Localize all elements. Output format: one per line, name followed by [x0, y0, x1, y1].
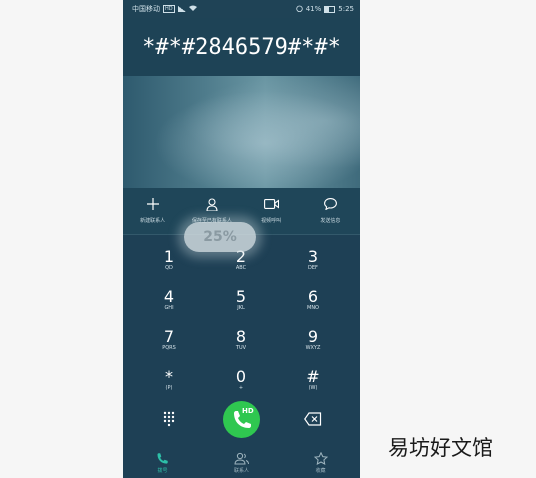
key-digit: 8: [235, 326, 247, 346]
call-button[interactable]: HD: [223, 401, 260, 438]
key-digit: 3: [307, 246, 319, 266]
bottom-nav: 拨号 联系人 收藏: [123, 446, 360, 478]
wifi-icon: [188, 5, 197, 13]
key-letters: QD: [165, 264, 173, 271]
tab-label: 联系人: [233, 468, 249, 474]
action-label: 视频呼叫: [261, 218, 282, 224]
key-5[interactable]: 5 JKL: [211, 282, 271, 318]
hd-label: HD: [242, 407, 254, 415]
key-6[interactable]: 6 MNO: [283, 282, 343, 318]
tab-dialer[interactable]: 拨号: [123, 446, 202, 478]
dialpad-toggle-icon[interactable]: [159, 410, 179, 428]
battery-percent: 41%: [305, 5, 322, 13]
key-hash[interactable]: # (W): [283, 362, 343, 398]
contacts-icon: [234, 452, 249, 465]
key-letters: WXYZ: [305, 344, 321, 351]
clock: 5:25: [338, 5, 354, 13]
key-4[interactable]: 4 GHI: [139, 282, 199, 318]
plus-icon: [146, 196, 159, 212]
key-letters: TUV: [235, 344, 247, 351]
key-letters: (W): [308, 384, 318, 391]
key-9[interactable]: 9 WXYZ: [283, 322, 343, 358]
key-letters: +: [238, 384, 244, 391]
video-call-icon: [263, 196, 279, 212]
key-letters: (P): [165, 384, 173, 391]
key-letters: ABC: [235, 264, 247, 271]
action-label: 发送信息: [320, 218, 341, 224]
carrier-label: 中国移动: [132, 5, 160, 13]
key-0[interactable]: 0 +: [211, 362, 271, 398]
tab-favorites[interactable]: 收藏: [281, 446, 360, 478]
new-contact-action[interactable]: 新建联系人: [123, 188, 182, 234]
star-icon: [313, 452, 328, 465]
key-digit: #: [306, 366, 320, 386]
key-letters: JKL: [237, 304, 245, 311]
tab-label: 收藏: [315, 468, 326, 474]
message-icon: [323, 196, 337, 212]
action-label: 新建联系人: [140, 218, 166, 224]
key-digit: 1: [163, 246, 175, 266]
key-digit: 0: [235, 366, 247, 386]
keypad: 1 QD 2 ABC 3 DEF 4 GHI 5 JKL 6 MNO 7 PQRS 8 TUV …: [123, 236, 360, 396]
blurred-background: [123, 76, 360, 188]
signal-icon: [177, 6, 186, 12]
key-7[interactable]: 7 PQRS: [139, 322, 199, 358]
key-digit: 6: [307, 286, 319, 306]
tab-label: 拨号: [157, 468, 168, 474]
key-digit: 4: [163, 286, 175, 306]
alarm-icon: [296, 5, 303, 14]
dialed-number[interactable]: *#*#2846579#*#*: [123, 18, 360, 76]
phone-icon: [157, 453, 168, 464]
backspace-icon[interactable]: [304, 411, 322, 426]
tab-contacts[interactable]: 联系人: [202, 446, 281, 478]
status-bar: 中国移动 HD 41% 5:25: [123, 0, 360, 18]
key-digit: 9: [307, 326, 319, 346]
key-digit: 7: [163, 326, 175, 346]
key-letters: GHI: [164, 304, 174, 311]
key-digit: *: [165, 366, 173, 386]
key-letters: MNO: [307, 304, 319, 311]
key-letters: PQRS: [162, 344, 176, 351]
key-8[interactable]: 8 TUV: [211, 322, 271, 358]
key-digit: 5: [235, 286, 247, 306]
person-icon: [206, 196, 218, 212]
network-badge: HD: [163, 5, 175, 13]
key-star[interactable]: * (P): [139, 362, 199, 398]
progress-badge: 25%: [184, 222, 256, 252]
key-letters: DEF: [308, 264, 318, 271]
send-message-action[interactable]: 发送信息: [301, 188, 360, 234]
watermark: 易坊好文馆: [388, 436, 493, 460]
battery-icon: [324, 5, 336, 13]
key-3[interactable]: 3 DEF: [283, 242, 343, 278]
